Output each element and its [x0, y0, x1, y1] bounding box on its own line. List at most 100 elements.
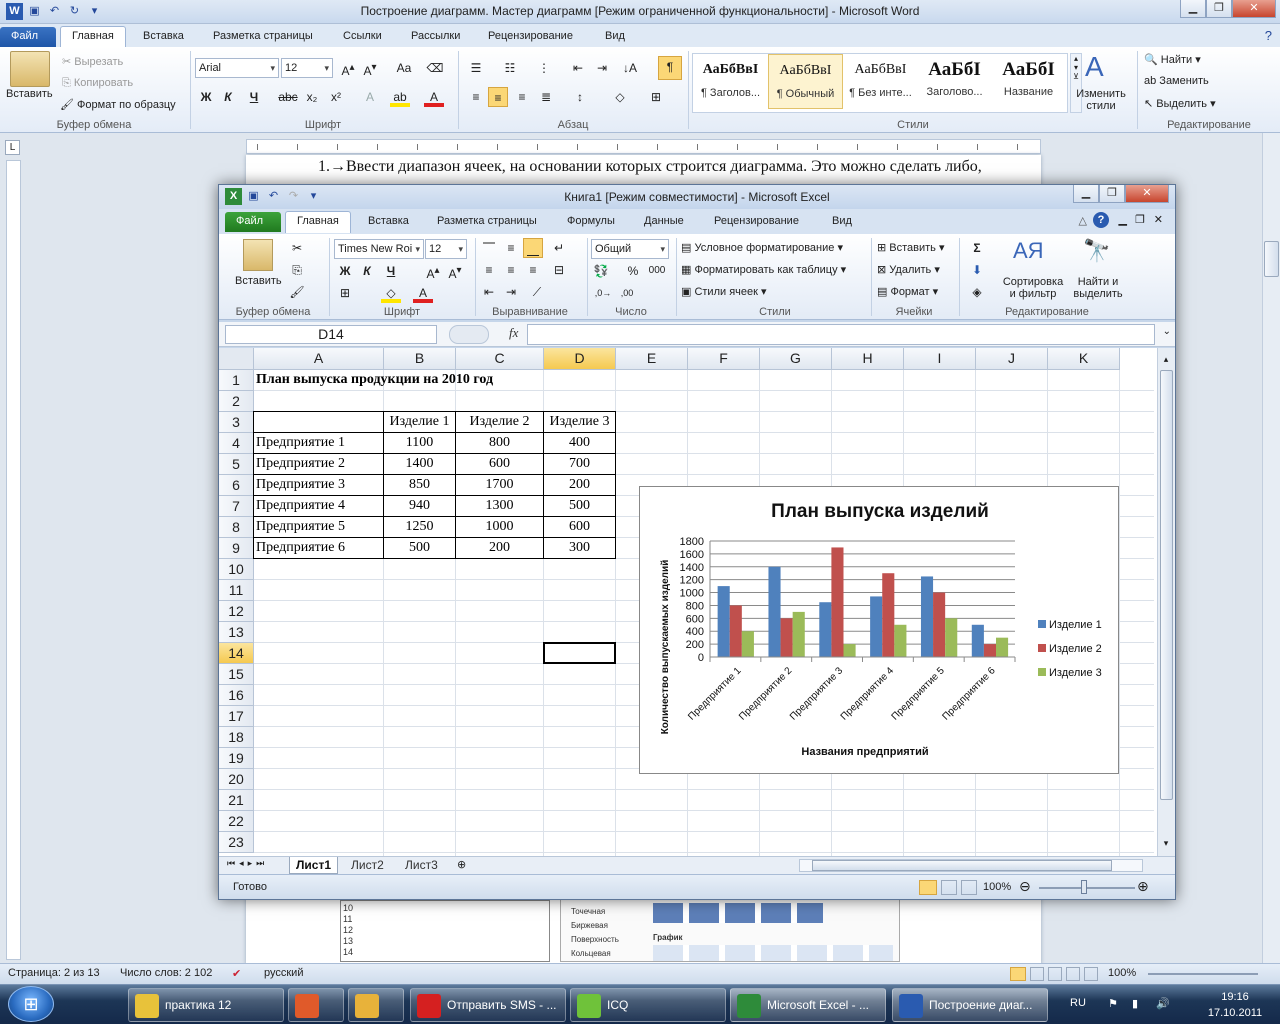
row-header-4[interactable]: 4: [219, 433, 254, 454]
tab-mailings[interactable]: Рассылки: [400, 27, 471, 47]
align-center-icon[interactable]: ≡: [488, 87, 508, 107]
x-zoom-thumb[interactable]: [1081, 880, 1087, 894]
table-value-cell[interactable]: 1300: [455, 495, 544, 517]
row-header-14[interactable]: 14: [219, 643, 254, 664]
row-header-17[interactable]: 17: [219, 706, 254, 727]
taskbar-item-3[interactable]: [348, 988, 404, 1022]
table-value-cell[interactable]: 1700: [455, 474, 544, 496]
table-value-cell[interactable]: 600: [543, 516, 616, 538]
superscript-icon[interactable]: x²: [326, 87, 346, 107]
column-header-g[interactable]: G: [760, 348, 832, 370]
normal-view-icon[interactable]: [919, 880, 937, 895]
table-value-cell[interactable]: 1250: [383, 516, 456, 538]
expand-formula-icon[interactable]: ⌄: [1163, 326, 1171, 337]
taskbar-item-1[interactable]: практика 12: [128, 988, 284, 1022]
table-row-label[interactable]: Предприятие 6: [253, 537, 384, 559]
page-layout-view-icon[interactable]: [941, 880, 957, 895]
page-break-view-icon[interactable]: [961, 880, 977, 895]
volume-icon[interactable]: 🔊: [1156, 997, 1170, 1010]
table-value-cell[interactable]: 400: [543, 432, 616, 454]
select-button[interactable]: ↖ Выделить ▾: [1144, 97, 1216, 110]
tab-file[interactable]: Файл: [0, 27, 56, 47]
tab-insert[interactable]: Вставка: [132, 27, 195, 47]
column-header-k[interactable]: K: [1048, 348, 1120, 370]
excel-restore-button[interactable]: ❐: [1099, 185, 1125, 203]
table-value-cell[interactable]: 200: [455, 537, 544, 559]
draft-view-icon[interactable]: [1084, 967, 1098, 981]
x-fill-icon[interactable]: ⬇: [967, 260, 987, 280]
table-header-cell[interactable]: Изделие 3: [543, 411, 616, 433]
worksheet-grid[interactable]: ABCDEFGHIJK 1 2 3 4 5 6 7 8 9 10 11 12 13 14 15 16 17 18 1…: [219, 348, 1157, 856]
page-count[interactable]: Страница: 2 из 13: [8, 967, 100, 979]
row-header-19[interactable]: 19: [219, 748, 254, 769]
italic-icon[interactable]: К: [218, 87, 238, 107]
find-button[interactable]: 🔍 Найти ▾: [1144, 53, 1201, 66]
tab-selector-icon[interactable]: L: [5, 140, 20, 155]
column-header-e[interactable]: E: [616, 348, 688, 370]
taskbar-item-6[interactable]: Microsoft Excel - ...: [730, 988, 886, 1022]
taskbar-item-2[interactable]: [288, 988, 344, 1022]
show-marks-icon[interactable]: ¶: [658, 56, 682, 80]
text-effects-icon[interactable]: A: [360, 87, 380, 107]
select-all-corner[interactable]: [219, 348, 254, 370]
x-merge-icon[interactable]: ⊟: [549, 260, 569, 280]
cell-a3[interactable]: [253, 411, 384, 433]
network-icon[interactable]: ▮: [1132, 997, 1138, 1010]
row-header-23[interactable]: 23: [219, 832, 254, 853]
document-text-line[interactable]: 1.→Ввести диапазон ячеек, на основании к…: [318, 158, 982, 176]
formula-bar-expand-handle[interactable]: [449, 325, 489, 344]
table-row-label[interactable]: Предприятие 4: [253, 495, 384, 517]
change-case-icon[interactable]: Aa: [394, 58, 414, 78]
x-find-select-icon[interactable]: 🔭: [1083, 238, 1110, 264]
format-painter-button[interactable]: 🖌 Формат по образцу: [60, 98, 176, 111]
column-header-a[interactable]: A: [254, 348, 384, 370]
style-heading[interactable]: АаБбІ Заголово...: [917, 54, 992, 109]
x-cut-icon[interactable]: ✂: [287, 238, 307, 258]
table-value-cell[interactable]: 1000: [455, 516, 544, 538]
x-tab-data[interactable]: Данные: [633, 212, 695, 232]
x-bold-icon[interactable]: Ж: [335, 261, 355, 281]
row-header-7[interactable]: 7: [219, 496, 254, 517]
x-grow-font-icon[interactable]: A▴: [423, 261, 443, 281]
column-header-j[interactable]: J: [976, 348, 1048, 370]
active-cell-d14[interactable]: [543, 642, 616, 664]
x-italic-icon[interactable]: К: [357, 261, 377, 281]
vertical-ruler[interactable]: [6, 160, 21, 960]
sheet-tab-1[interactable]: Лист1: [289, 857, 339, 874]
flag-icon[interactable]: ⚑: [1108, 997, 1118, 1010]
x-tab-page-layout[interactable]: Разметка страницы: [426, 212, 548, 232]
grow-font-icon[interactable]: A▴: [338, 58, 358, 78]
table-value-cell[interactable]: 850: [383, 474, 456, 496]
wb-close-icon[interactable]: ✕: [1154, 213, 1163, 226]
word-count[interactable]: Число слов: 2 102: [120, 967, 212, 979]
align-left-icon[interactable]: ≡: [466, 87, 486, 107]
subscript-icon[interactable]: x₂: [302, 87, 322, 107]
print-layout-icon[interactable]: [1010, 967, 1026, 981]
x-zoom-slider[interactable]: [1039, 887, 1135, 889]
table-row-label[interactable]: Предприятие 2: [253, 453, 384, 475]
copy-button[interactable]: ⎘ Копировать: [62, 77, 133, 90]
x-copy-icon[interactable]: ⎘: [287, 260, 307, 280]
x-font-name-combo[interactable]: Times New Roi: [334, 239, 424, 259]
fullscreen-view-icon[interactable]: [1030, 967, 1044, 981]
change-styles-icon[interactable]: A: [1085, 51, 1104, 83]
table-header-cell[interactable]: Изделие 2: [455, 411, 544, 433]
bullets-icon[interactable]: ☰: [466, 58, 486, 78]
outline-view-icon[interactable]: [1066, 967, 1080, 981]
name-box[interactable]: D14: [225, 325, 437, 344]
tab-home[interactable]: Главная: [60, 26, 126, 48]
table-value-cell[interactable]: 200: [543, 474, 616, 496]
borders-icon[interactable]: ⊞: [646, 87, 666, 107]
table-value-cell[interactable]: 500: [383, 537, 456, 559]
table-value-cell[interactable]: 1400: [383, 453, 456, 475]
x-find-select-button[interactable]: Найти и выделить: [1067, 276, 1129, 300]
x-font-color-icon[interactable]: A: [413, 283, 433, 303]
table-value-cell[interactable]: 800: [455, 432, 544, 454]
row-header-2[interactable]: 2: [219, 391, 254, 412]
tab-review[interactable]: Рецензирование: [477, 27, 584, 47]
x-conditional-format-button[interactable]: ▤ Условное форматирование ▾: [681, 241, 843, 254]
align-right-icon[interactable]: ≡: [512, 87, 532, 107]
x-increase-decimal-icon[interactable]: ,0→: [593, 283, 613, 303]
language[interactable]: русский: [264, 967, 303, 979]
x-format-painter-icon[interactable]: 🖌: [287, 282, 307, 302]
